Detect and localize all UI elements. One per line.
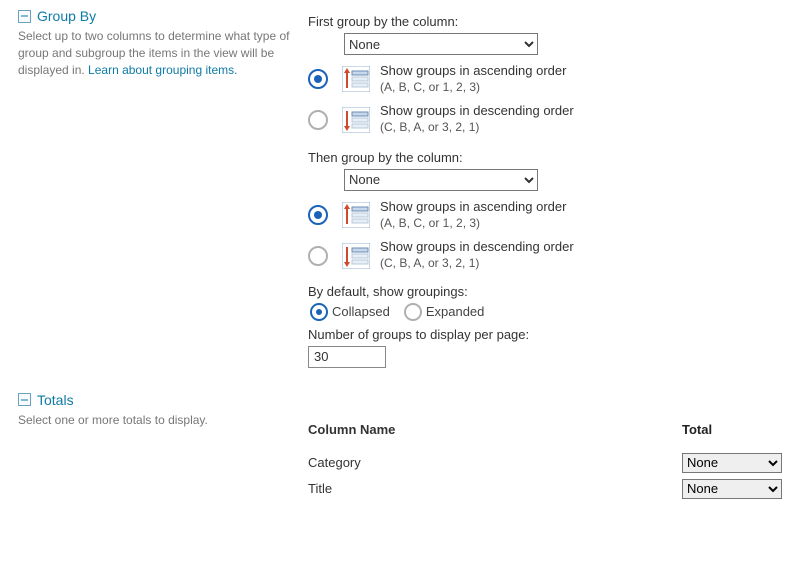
first-group-asc-radio[interactable]: Show groups in ascending order (A, B, C,… xyxy=(308,63,782,95)
collapse-icon[interactable] xyxy=(18,393,31,406)
groups-per-page-input[interactable] xyxy=(308,346,386,368)
ascending-icon xyxy=(342,202,370,228)
learn-grouping-link[interactable]: Learn about grouping items. xyxy=(88,63,237,77)
radio-icon xyxy=(308,110,328,130)
radio-icon xyxy=(308,246,328,266)
then-group-desc-radio[interactable]: Show groups in descending order (C, B, A… xyxy=(308,239,782,271)
groups-per-page-label: Number of groups to display per page: xyxy=(308,327,782,342)
table-row: Category None xyxy=(308,453,782,473)
then-group-select[interactable]: None xyxy=(344,169,538,191)
totals-header[interactable]: Totals xyxy=(18,392,308,408)
radio-icon xyxy=(308,205,328,225)
section-group-by: Group By Select up to two columns to det… xyxy=(18,8,782,368)
collapse-icon[interactable] xyxy=(18,10,31,23)
total-header: Total xyxy=(682,422,782,437)
column-name-header: Column Name xyxy=(308,422,682,437)
total-row-name: Title xyxy=(308,481,682,496)
totals-description: Select one or more totals to display. xyxy=(18,412,308,429)
descending-icon xyxy=(342,107,370,133)
total-row-select[interactable]: None xyxy=(682,453,782,473)
table-row: Title None xyxy=(308,479,782,499)
then-group-label: Then group by the column: xyxy=(308,150,782,165)
total-row-select[interactable]: None xyxy=(682,479,782,499)
first-group-label: First group by the column: xyxy=(308,14,782,29)
group-by-description: Select up to two columns to determine wh… xyxy=(18,28,308,78)
first-group-desc-radio[interactable]: Show groups in descending order (C, B, A… xyxy=(308,103,782,135)
radio-icon xyxy=(404,303,422,321)
then-group-asc-radio[interactable]: Show groups in ascending order (A, B, C,… xyxy=(308,199,782,231)
ascending-icon xyxy=(342,66,370,92)
total-row-name: Category xyxy=(308,455,682,470)
radio-icon xyxy=(308,69,328,89)
section-totals: Totals Select one or more totals to disp… xyxy=(18,392,782,505)
group-by-header[interactable]: Group By xyxy=(18,8,308,24)
group-by-title: Group By xyxy=(37,8,96,24)
radio-icon xyxy=(310,303,328,321)
collapsed-radio[interactable]: Collapsed xyxy=(310,303,390,321)
default-show-label: By default, show groupings: xyxy=(308,284,782,299)
first-group-select[interactable]: None xyxy=(344,33,538,55)
totals-title: Totals xyxy=(37,392,74,408)
descending-icon xyxy=(342,243,370,269)
expanded-radio[interactable]: Expanded xyxy=(404,303,485,321)
